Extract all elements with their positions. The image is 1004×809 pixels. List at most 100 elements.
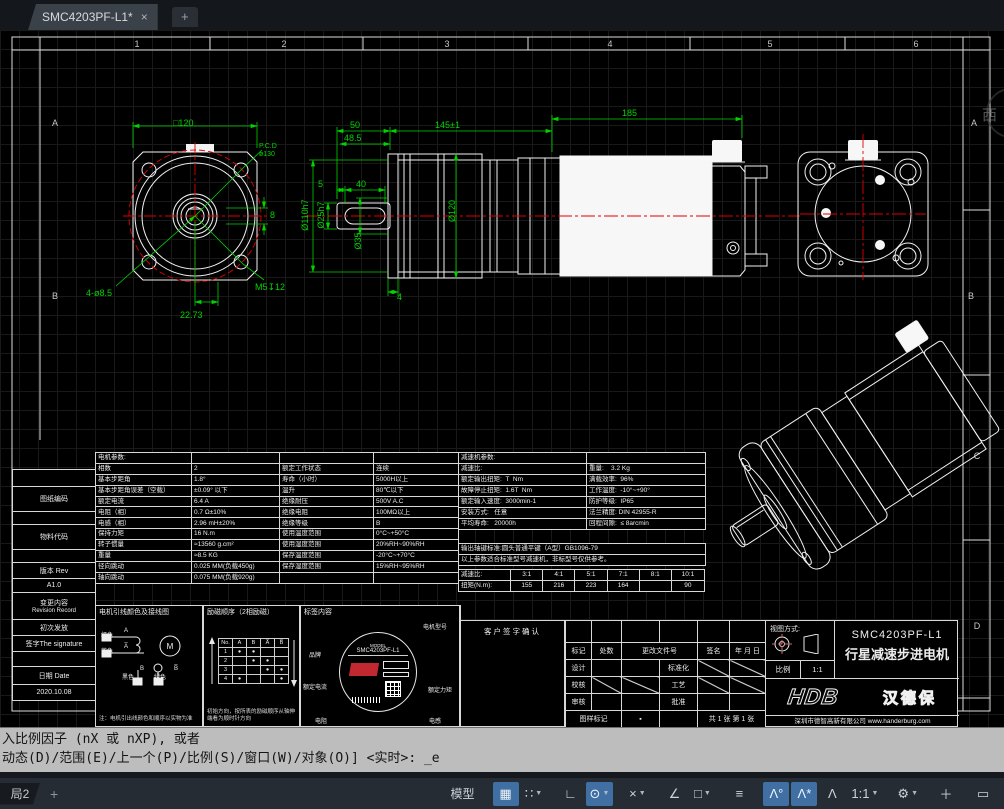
table-cell <box>233 657 247 666</box>
viewcube[interactable]: 西 <box>980 82 1004 146</box>
side-view[interactable] <box>305 115 800 296</box>
table-cell: 保存温度范围 <box>280 551 374 562</box>
table-row: 电机参数: <box>96 453 459 464</box>
table-cell <box>247 675 261 684</box>
svg-text:2: 2 <box>281 39 286 49</box>
table-cell: 故障停止扭矩: 1.6T Nm <box>459 486 587 497</box>
table-cell: B <box>374 518 459 529</box>
annotation-visibility-icon: Λ° <box>769 786 783 801</box>
drawing-mark-label: 图样标记 <box>566 711 622 728</box>
dim-front-corner-holes[interactable]: 4-ø8.5 <box>86 288 112 298</box>
dim-side-5[interactable]: 5 <box>318 179 323 189</box>
grid-count: 处数 <box>592 643 622 660</box>
dim-side-dia35[interactable]: Ø35 <box>353 219 363 263</box>
status-annotation-scale-button[interactable]: Λ <box>819 782 845 806</box>
status-graphics-performance-button[interactable]: ▭ <box>970 782 996 806</box>
table-cell: 绝缘电阻 <box>280 507 374 518</box>
svg-text:6: 6 <box>913 39 918 49</box>
wiring-diagram-cell: 电机引线颜色及接线图 M 红色 A 蓝色 A̅ 黑色 <box>95 605 203 727</box>
dim-side-48-5[interactable]: 48.5 <box>344 133 362 143</box>
customer-confirm-label: 客户签字确认 <box>461 621 564 637</box>
snap-mode-dropdown-icon[interactable]: ▼ <box>535 790 542 797</box>
callout-current: 额定电流 <box>303 682 327 691</box>
table-cell: 安装方式: 任意 <box>459 508 587 519</box>
phase-b-label: B <box>140 666 144 672</box>
table-cell: 15%RH~95%RH <box>374 561 459 572</box>
dim-side-40[interactable]: 40 <box>356 179 366 189</box>
dim-front-pcd[interactable]: P.C.Dø130 <box>259 143 277 158</box>
phase-abar-label: A̅ <box>124 644 128 650</box>
status-dynamic-input-button[interactable]: ∠ <box>661 782 687 806</box>
svg-text:B: B <box>52 291 58 301</box>
dim-side-dia25[interactable]: Ø25h7 <box>316 193 326 237</box>
workspace-settings-dropdown-icon[interactable]: ▼ <box>911 790 918 797</box>
status-polar-tracking-button[interactable]: ⊙▼ <box>586 782 614 806</box>
nameplate-model: MODEL SMC4203PF-L1 <box>348 643 408 656</box>
status-annotation-visibility-button[interactable]: Λ° <box>763 782 789 806</box>
svg-text:5: 5 <box>767 39 772 49</box>
craft-label: 工艺 <box>660 677 698 694</box>
scale-1-1-dropdown-icon[interactable]: ▼ <box>871 790 878 797</box>
status-osnap-tracking-button[interactable]: ×▼ <box>624 782 650 806</box>
table-cell: 0°C~+50°C <box>374 529 459 540</box>
command-line[interactable]: 入比例因子 (nX 或 nXP), 或者 动态(D)/范围(E)/上一个(P)/… <box>0 727 1004 772</box>
dim-front-key-width[interactable]: 8 <box>270 210 275 220</box>
reducer-parameters-table: 减速机参数:减速比:重量: 3.2 Kg额定输出扭矩: T Nm满载效率: 96… <box>458 452 706 530</box>
dim-front-tap[interactable]: M5↧12 <box>255 282 285 293</box>
model-space-button[interactable]: 模型 <box>444 782 482 806</box>
table-cell <box>247 666 261 675</box>
table-cell: 5:1 <box>575 570 607 581</box>
lead-a-color: 红色 <box>101 630 113 639</box>
object-snap-dropdown-icon[interactable]: ▼ <box>704 790 711 797</box>
phase-a-label: A <box>124 628 128 634</box>
status-scale-1-1-button[interactable]: 1:1▼ <box>847 782 882 806</box>
annotation-scale-icon: Λ <box>828 786 837 801</box>
table-cell: 额定输入速度: 3000min-1 <box>459 497 587 508</box>
new-layout-tab-button[interactable]: + <box>50 786 58 802</box>
rear-view[interactable] <box>798 134 928 280</box>
status-grid-button[interactable]: ▦ <box>493 782 519 806</box>
status-lineweight-button[interactable]: ≡ <box>726 782 752 806</box>
status-snap-mode-button[interactable]: ∷▼ <box>521 782 547 806</box>
dim-side-dia110[interactable]: Ø110h7 <box>300 193 310 237</box>
status-object-snap-button[interactable]: □▼ <box>689 782 715 806</box>
dim-front-offset[interactable]: 22.73 <box>180 310 203 320</box>
excitation-table: No.ABA̅B̅1●●2●●3●●4●● <box>218 638 289 684</box>
drawing-canvas[interactable]: 12 34 56 12 34 56 AB AB CD <box>0 30 1004 727</box>
table-cell: 1.8° <box>192 474 280 485</box>
osnap-tracking-dropdown-icon[interactable]: ▼ <box>639 790 646 797</box>
table-cell: 重量 <box>96 551 192 562</box>
status-isolate-objects-button[interactable]: ＋ <box>933 782 959 806</box>
table-cell: 电感（相） <box>96 518 192 529</box>
drawing-code-value <box>12 511 96 525</box>
front-view[interactable] <box>116 122 268 306</box>
isometric-view[interactable] <box>689 315 1004 599</box>
dim-side-dia120[interactable]: Ø120 <box>447 189 457 233</box>
table-cell <box>275 657 289 666</box>
table-cell <box>261 648 275 657</box>
table-row: 3●● <box>219 666 289 675</box>
drawing-file-tab[interactable]: SMC4203PF-L1* × <box>28 4 158 30</box>
dim-side-50[interactable]: 50 <box>350 120 360 130</box>
layout-tab[interactable]: 局2 <box>0 783 40 805</box>
table-cell: 500V A.C <box>374 496 459 507</box>
dim-side-185[interactable]: 185 <box>622 108 637 118</box>
osnap-tracking-icon: × <box>629 786 637 801</box>
dim-side-4[interactable]: 4 <box>397 292 402 302</box>
status-auto-annotate-button[interactable]: Λ* <box>791 782 817 806</box>
table-cell: A <box>233 639 247 648</box>
viewcube-west-label: 西 <box>982 104 997 125</box>
signature-label: 签字The signature <box>12 635 96 652</box>
table-cell: 1 <box>219 648 233 657</box>
projection-symbol-icon <box>770 634 830 654</box>
table-cell: ● <box>233 648 247 657</box>
polar-tracking-dropdown-icon[interactable]: ▼ <box>602 790 609 797</box>
dim-side-145[interactable]: 145±1 <box>435 120 460 130</box>
status-ortho-button[interactable]: ∟ <box>558 782 584 806</box>
callout-inductance: 电感 <box>429 716 441 725</box>
status-workspace-settings-button[interactable]: ⚙▼ <box>893 782 922 806</box>
tab-close-icon[interactable]: × <box>141 10 148 24</box>
new-drawing-tab-button[interactable]: + <box>172 7 198 27</box>
table-cell: ≈13560 g.cm² <box>192 540 280 551</box>
dim-front-square[interactable]: □120 <box>173 118 193 128</box>
